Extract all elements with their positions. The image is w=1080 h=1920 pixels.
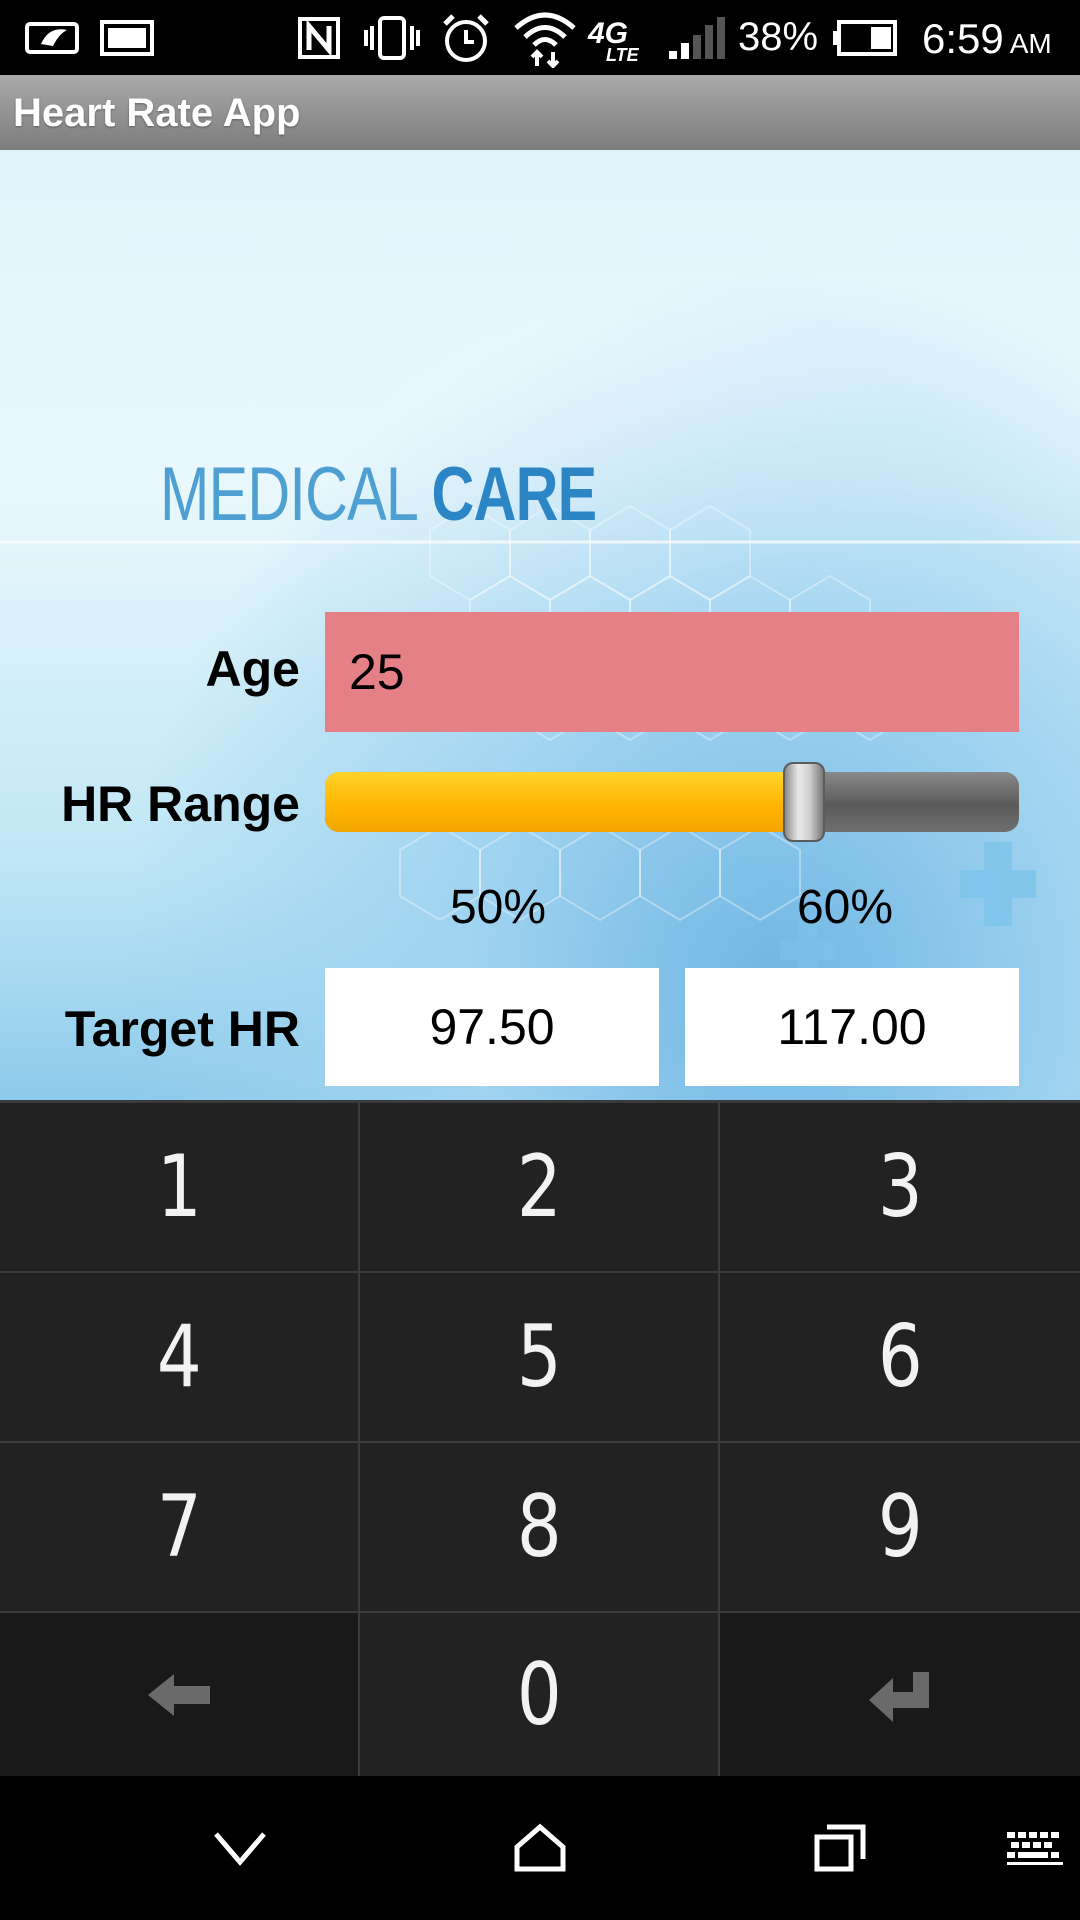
key-0-label: 0	[516, 1644, 562, 1745]
key-1[interactable]: 1	[0, 1103, 358, 1271]
key-3[interactable]: 3	[720, 1103, 1080, 1271]
back-chevron-icon[interactable]	[200, 1776, 280, 1920]
backspace-arrow-icon	[148, 1673, 210, 1716]
alarm-icon	[438, 0, 494, 75]
key-1-label: 1	[156, 1137, 202, 1237]
keyboard-icon[interactable]	[998, 1776, 1072, 1920]
backspace-key[interactable]	[0, 1613, 358, 1776]
hr-range-slider[interactable]	[325, 762, 1019, 842]
banner-word-medical: MEDICAL	[160, 452, 417, 537]
enter-key[interactable]	[720, 1613, 1080, 1776]
target-hr-high: 117.00	[685, 968, 1019, 1086]
keypad-divider	[0, 1271, 1080, 1273]
hr-pct-high: 60%	[796, 881, 894, 934]
key-8-label: 8	[516, 1477, 562, 1577]
key-2[interactable]: 2	[360, 1103, 718, 1271]
age-label: Age	[205, 641, 300, 697]
hr-pct-low: 50%	[449, 881, 547, 934]
battery-icon	[830, 0, 900, 75]
target-hr-low: 97.50	[325, 968, 659, 1086]
battery-saver-icon	[22, 0, 84, 75]
slider-thumb[interactable]	[783, 762, 825, 842]
clock-ampm: AM	[1009, 28, 1052, 59]
status-bar: 4G LTE 38% 6:59 AM	[0, 0, 1080, 75]
clock-time: 6:59	[922, 15, 1004, 62]
key-6[interactable]: 6	[720, 1273, 1080, 1441]
medical-care-banner: MEDICAL CARE	[160, 450, 598, 540]
age-input[interactable]	[325, 612, 1019, 732]
key-3-label: 3	[877, 1137, 923, 1237]
clock: 6:59 AM	[922, 0, 1052, 75]
key-7-label: 7	[156, 1477, 202, 1577]
navigation-bar	[0, 1776, 1080, 1920]
key-9-label: 9	[877, 1477, 923, 1577]
key-4-label: 4	[156, 1307, 202, 1407]
wifi-icon	[512, 0, 578, 75]
enter-icon	[869, 1671, 929, 1722]
image-icon	[98, 0, 156, 75]
key-4[interactable]: 4	[0, 1273, 358, 1441]
slider-fill	[325, 772, 804, 832]
vibrate-icon	[362, 0, 422, 75]
numeric-keypad: 1 2 3 4 5 6 7 8 9 0	[0, 1100, 1080, 1779]
key-5-label: 5	[516, 1307, 562, 1407]
key-5[interactable]: 5	[360, 1273, 718, 1441]
key-7[interactable]: 7	[0, 1443, 358, 1611]
home-icon[interactable]	[500, 1776, 580, 1920]
signal-icon	[666, 0, 726, 75]
nfc-icon	[296, 0, 342, 75]
banner-word-care: CARE	[431, 452, 598, 537]
key-9[interactable]: 9	[720, 1443, 1080, 1611]
key-2-label: 2	[516, 1137, 562, 1237]
key-0[interactable]: 0	[360, 1613, 718, 1776]
title-bar: Heart Rate App	[0, 75, 1080, 150]
battery-percent: 38%	[738, 15, 819, 59]
svg-text:LTE: LTE	[606, 45, 640, 63]
keypad-divider	[0, 1611, 1080, 1613]
target-hr-label: Target HR	[64, 1001, 300, 1057]
app-title: Heart Rate App	[13, 91, 301, 135]
key-8[interactable]: 8	[360, 1443, 718, 1611]
keypad-divider	[0, 1441, 1080, 1443]
lte-icon: 4G LTE	[586, 0, 650, 75]
hr-range-label: HR Range	[61, 776, 300, 832]
recent-apps-icon[interactable]	[800, 1776, 880, 1920]
key-6-label: 6	[877, 1307, 923, 1407]
